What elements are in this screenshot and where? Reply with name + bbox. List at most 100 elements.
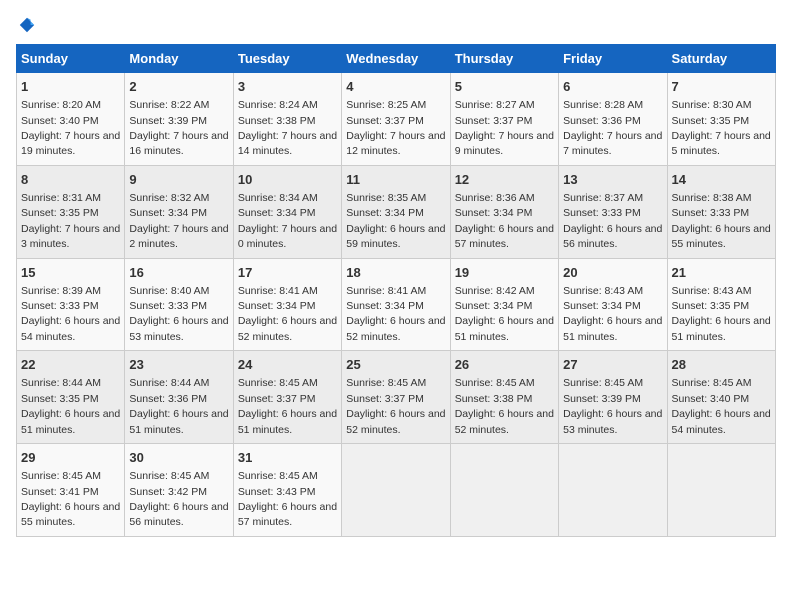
day-detail: Sunrise: 8:43 AMSunset: 3:34 PMDaylight:…: [563, 285, 662, 343]
day-detail: Sunrise: 8:34 AMSunset: 3:34 PMDaylight:…: [238, 192, 337, 250]
calendar-cell: 1 Sunrise: 8:20 AMSunset: 3:40 PMDaylight…: [17, 73, 125, 166]
day-detail: Sunrise: 8:35 AMSunset: 3:34 PMDaylight:…: [346, 192, 445, 250]
calendar-cell: 3 Sunrise: 8:24 AMSunset: 3:38 PMDaylight…: [233, 73, 341, 166]
calendar-cell: 10Sunrise: 8:34 AMSunset: 3:34 PMDayligh…: [233, 165, 341, 258]
calendar-cell: 30 Sunrise: 8:45 AMSunset: 3:42 PMDayligh…: [125, 444, 233, 537]
day-number: 3: [238, 78, 337, 96]
day-number: 20: [563, 264, 662, 282]
calendar-cell: 8 Sunrise: 8:31 AMSunset: 3:35 PMDaylight…: [17, 165, 125, 258]
day-detail: Sunrise: 8:45 AMSunset: 3:39 PMDaylight:…: [563, 377, 662, 435]
day-number: 23: [129, 356, 228, 374]
calendar-cell: 14 Sunrise: 8:38 AMSunset: 3:33 PMDayligh…: [667, 165, 775, 258]
day-number: 16: [129, 264, 228, 282]
day-number: 2: [129, 78, 228, 96]
calendar-header-monday: Monday: [125, 45, 233, 73]
calendar-cell: [342, 444, 450, 537]
calendar-cell: 29 Sunrise: 8:45 AMSunset: 3:41 PMDayligh…: [17, 444, 125, 537]
day-number: 19: [455, 264, 554, 282]
day-number: 11: [346, 171, 445, 189]
calendar-header-row: SundayMondayTuesdayWednesdayThursdayFrid…: [17, 45, 776, 73]
day-detail: Sunrise: 8:31 AMSunset: 3:35 PMDaylight:…: [21, 192, 120, 250]
calendar-table: SundayMondayTuesdayWednesdayThursdayFrid…: [16, 44, 776, 537]
calendar-cell: 12Sunrise: 8:36 AMSunset: 3:34 PMDayligh…: [450, 165, 558, 258]
day-number: 28: [672, 356, 771, 374]
day-detail: Sunrise: 8:45 AMSunset: 3:41 PMDaylight:…: [21, 470, 120, 528]
day-number: 30: [129, 449, 228, 467]
calendar-cell: 24 Sunrise: 8:45 AMSunset: 3:37 PMDayligh…: [233, 351, 341, 444]
day-number: 7: [672, 78, 771, 96]
logo-icon: [18, 16, 36, 34]
calendar-week-2: 8 Sunrise: 8:31 AMSunset: 3:35 PMDaylight…: [17, 165, 776, 258]
calendar-header-sunday: Sunday: [17, 45, 125, 73]
day-number: 29: [21, 449, 120, 467]
day-number: 18: [346, 264, 445, 282]
day-detail: Sunrise: 8:38 AMSunset: 3:33 PMDaylight:…: [672, 192, 771, 250]
calendar-cell: [450, 444, 558, 537]
calendar-header-tuesday: Tuesday: [233, 45, 341, 73]
calendar-header-thursday: Thursday: [450, 45, 558, 73]
calendar-cell: 9 Sunrise: 8:32 AMSunset: 3:34 PMDaylight…: [125, 165, 233, 258]
day-detail: Sunrise: 8:44 AMSunset: 3:36 PMDaylight:…: [129, 377, 228, 435]
day-detail: Sunrise: 8:37 AMSunset: 3:33 PMDaylight:…: [563, 192, 662, 250]
day-detail: Sunrise: 8:22 AMSunset: 3:39 PMDaylight:…: [129, 99, 228, 157]
calendar-cell: [559, 444, 667, 537]
day-detail: Sunrise: 8:25 AMSunset: 3:37 PMDaylight:…: [346, 99, 445, 157]
day-number: 9: [129, 171, 228, 189]
calendar-header-friday: Friday: [559, 45, 667, 73]
calendar-week-3: 15Sunrise: 8:39 AMSunset: 3:33 PMDayligh…: [17, 258, 776, 351]
day-number: 25: [346, 356, 445, 374]
calendar-cell: 4 Sunrise: 8:25 AMSunset: 3:37 PMDaylight…: [342, 73, 450, 166]
day-number: 6: [563, 78, 662, 96]
calendar-cell: 2 Sunrise: 8:22 AMSunset: 3:39 PMDaylight…: [125, 73, 233, 166]
day-detail: Sunrise: 8:44 AMSunset: 3:35 PMDaylight:…: [21, 377, 120, 435]
day-number: 22: [21, 356, 120, 374]
day-detail: Sunrise: 8:45 AMSunset: 3:40 PMDaylight:…: [672, 377, 771, 435]
day-number: 4: [346, 78, 445, 96]
calendar-cell: 26 Sunrise: 8:45 AMSunset: 3:38 PMDayligh…: [450, 351, 558, 444]
calendar-cell: 22 Sunrise: 8:44 AMSunset: 3:35 PMDayligh…: [17, 351, 125, 444]
calendar-cell: 17Sunrise: 8:41 AMSunset: 3:34 PMDayligh…: [233, 258, 341, 351]
day-number: 31: [238, 449, 337, 467]
day-detail: Sunrise: 8:45 AMSunset: 3:42 PMDaylight:…: [129, 470, 228, 528]
day-detail: Sunrise: 8:28 AMSunset: 3:36 PMDaylight:…: [563, 99, 662, 157]
calendar-cell: 15Sunrise: 8:39 AMSunset: 3:33 PMDayligh…: [17, 258, 125, 351]
day-number: 27: [563, 356, 662, 374]
calendar-cell: 6 Sunrise: 8:28 AMSunset: 3:36 PMDaylight…: [559, 73, 667, 166]
day-number: 5: [455, 78, 554, 96]
calendar-cell: 31 Sunrise: 8:45 AMSunset: 3:43 PMDayligh…: [233, 444, 341, 537]
day-detail: Sunrise: 8:43 AMSunset: 3:35 PMDaylight:…: [672, 285, 771, 343]
calendar-cell: 11 Sunrise: 8:35 AMSunset: 3:34 PMDayligh…: [342, 165, 450, 258]
calendar-week-4: 22 Sunrise: 8:44 AMSunset: 3:35 PMDayligh…: [17, 351, 776, 444]
day-detail: Sunrise: 8:20 AMSunset: 3:40 PMDaylight:…: [21, 99, 120, 157]
day-detail: Sunrise: 8:40 AMSunset: 3:33 PMDaylight:…: [129, 285, 228, 343]
day-number: 14: [672, 171, 771, 189]
day-number: 1: [21, 78, 120, 96]
day-detail: Sunrise: 8:27 AMSunset: 3:37 PMDaylight:…: [455, 99, 554, 157]
day-number: 21: [672, 264, 771, 282]
day-detail: Sunrise: 8:30 AMSunset: 3:35 PMDaylight:…: [672, 99, 771, 157]
calendar-week-1: 1 Sunrise: 8:20 AMSunset: 3:40 PMDaylight…: [17, 73, 776, 166]
calendar-cell: 19 Sunrise: 8:42 AMSunset: 3:34 PMDayligh…: [450, 258, 558, 351]
calendar-cell: 7 Sunrise: 8:30 AMSunset: 3:35 PMDaylight…: [667, 73, 775, 166]
calendar-cell: 23 Sunrise: 8:44 AMSunset: 3:36 PMDayligh…: [125, 351, 233, 444]
day-detail: Sunrise: 8:32 AMSunset: 3:34 PMDaylight:…: [129, 192, 228, 250]
calendar-header-wednesday: Wednesday: [342, 45, 450, 73]
calendar-cell: 16 Sunrise: 8:40 AMSunset: 3:33 PMDayligh…: [125, 258, 233, 351]
day-number: 13: [563, 171, 662, 189]
day-number: 8: [21, 171, 120, 189]
day-detail: Sunrise: 8:41 AMSunset: 3:34 PMDaylight:…: [346, 285, 445, 343]
calendar-cell: [667, 444, 775, 537]
day-detail: Sunrise: 8:24 AMSunset: 3:38 PMDaylight:…: [238, 99, 337, 157]
day-detail: Sunrise: 8:36 AMSunset: 3:34 PMDaylight:…: [455, 192, 554, 250]
day-number: 26: [455, 356, 554, 374]
day-detail: Sunrise: 8:45 AMSunset: 3:43 PMDaylight:…: [238, 470, 337, 528]
day-detail: Sunrise: 8:45 AMSunset: 3:37 PMDaylight:…: [346, 377, 445, 435]
day-detail: Sunrise: 8:45 AMSunset: 3:38 PMDaylight:…: [455, 377, 554, 435]
calendar-cell: 27 Sunrise: 8:45 AMSunset: 3:39 PMDayligh…: [559, 351, 667, 444]
day-detail: Sunrise: 8:41 AMSunset: 3:34 PMDaylight:…: [238, 285, 337, 343]
calendar-cell: 28 Sunrise: 8:45 AMSunset: 3:40 PMDayligh…: [667, 351, 775, 444]
logo: [16, 16, 36, 34]
day-detail: Sunrise: 8:42 AMSunset: 3:34 PMDaylight:…: [455, 285, 554, 343]
day-number: 24: [238, 356, 337, 374]
day-detail: Sunrise: 8:45 AMSunset: 3:37 PMDaylight:…: [238, 377, 337, 435]
